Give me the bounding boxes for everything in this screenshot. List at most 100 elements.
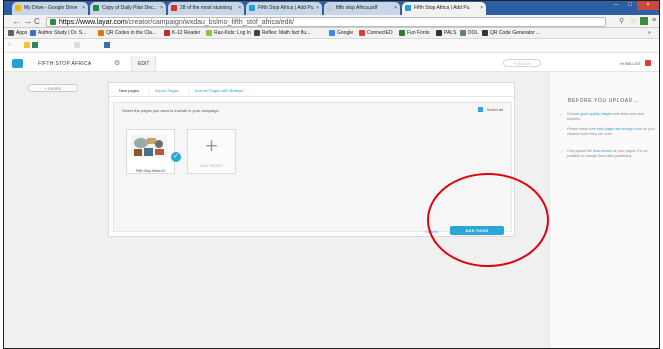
upload-tips-sidebar: BEFORE YOU UPLOAD... ✓ Choose good quali… <box>549 72 659 348</box>
close-icon[interactable]: × <box>82 5 85 11</box>
select-all-label: Select all <box>486 107 503 112</box>
tab-title: Copy of Daily Plan Dec.. <box>102 5 157 11</box>
apps-icon <box>8 30 14 36</box>
bookmark-label: Raz-Kids: Log In <box>214 30 251 36</box>
extension-item[interactable] <box>104 42 112 48</box>
site-icon <box>171 5 177 11</box>
bookmark-google[interactable]: Google <box>329 30 353 36</box>
sidebar-title: BEFORE YOU UPLOAD... <box>568 98 639 104</box>
tab-title: Fifth Stop Africa | Add Pu <box>258 5 314 11</box>
close-icon[interactable]: × <box>394 5 397 11</box>
tab-title: My Drive - Google Drive <box>24 5 78 11</box>
browser-window: My Drive - Google Drive × Copy of Daily … <box>3 0 660 349</box>
bookmark-raz-kids[interactable]: Raz-Kids: Log In <box>206 30 251 36</box>
selection-instruction: Select the pages you want to include in … <box>122 108 219 113</box>
bookmark-label: PALS <box>444 30 457 36</box>
add-pages-button[interactable]: + PAGES <box>28 84 78 92</box>
maximize-button[interactable]: □ <box>623 1 637 10</box>
check-icon: ✓ <box>560 149 564 154</box>
campaign-title[interactable]: FIFTH STOP AFRICA <box>38 61 92 67</box>
app-header: FIFTH STOP AFRICA ⚙ EDIT PUBLISH Hi BELL… <box>4 56 659 72</box>
bookmarks-bar: Apps Author Study | Dr. S... QR Codes in… <box>4 28 659 39</box>
bookmark-label: Google <box>337 30 354 36</box>
layar-logo-icon[interactable] <box>12 59 23 68</box>
bookmark-icon <box>399 30 405 36</box>
extension-item[interactable] <box>74 42 82 48</box>
menu-icon[interactable]: ≡ <box>652 17 656 24</box>
bookmark-apps[interactable]: Apps <box>8 30 27 36</box>
page-thumbnail-card[interactable]: ✓ Fifth Stop Africa #1 <box>126 129 181 174</box>
bookmark-label: K-12 Reader <box>172 30 201 36</box>
tip-link[interactable]: final version <box>593 149 612 153</box>
tip-item: ✓ Only upload the final version of your … <box>560 149 658 159</box>
tab-fifth-stop-active[interactable]: Fifth Stop Africa | Add Pu × <box>402 2 486 15</box>
bookmark-icon <box>164 30 170 36</box>
close-icon[interactable]: × <box>480 5 483 11</box>
extension-item[interactable] <box>24 42 40 48</box>
bookmark-k12-reader[interactable]: K-12 Reader <box>164 30 200 36</box>
close-icon[interactable]: × <box>316 5 319 11</box>
page-thumbnail-label: Fifth Stop Africa #1 <box>135 169 166 173</box>
back-icon[interactable]: ← <box>12 16 21 26</box>
bookmark-connected[interactable]: ConnectED <box>359 30 393 36</box>
sheets-icon <box>93 5 99 11</box>
editor-main: + PAGES New pages | Import Pages | Inclu… <box>4 72 659 348</box>
publish-button[interactable]: PUBLISH <box>503 59 541 67</box>
add-page-button[interactable]: ADD PAGE <box>450 226 504 235</box>
select-all-checkbox[interactable]: Select all <box>477 107 503 113</box>
tab-include-pages-buttons[interactable]: Include Pages with Buttons <box>195 88 243 93</box>
user-menu[interactable]: Hi BELLIST <box>620 61 641 66</box>
tip-text: Only upload the <box>567 149 594 153</box>
bookmark-icon <box>460 30 466 36</box>
tip-link[interactable]: good quality images <box>580 112 612 116</box>
close-icon[interactable]: × <box>238 5 241 11</box>
gear-icon[interactable]: ⚙ <box>114 59 120 67</box>
selected-check-icon[interactable]: ✓ <box>171 152 181 162</box>
extension-strip: ≡ ◦ <box>4 39 659 53</box>
tab-separator: | <box>189 88 191 93</box>
tab-fifth-stop-1[interactable]: Fifth Stop Africa | Add Pu × <box>246 2 322 15</box>
close-icon[interactable]: × <box>160 5 163 11</box>
minimize-button[interactable]: – <box>609 1 623 10</box>
user-badge-icon[interactable] <box>645 60 651 66</box>
plus-icon: + <box>204 136 219 156</box>
bookmark-icon <box>98 30 104 36</box>
tab-import-pages[interactable]: Import Pages <box>155 88 179 93</box>
bookmark-icon <box>436 30 442 36</box>
address-bar[interactable]: https://www.layar.com/creator/campaign/w… <box>46 17 606 27</box>
bookmark-reflex[interactable]: Reflex: Math fact flu... <box>254 30 310 36</box>
extension-icon <box>104 42 110 48</box>
bookmark-fun-fonts[interactable]: Fun Fonts <box>399 30 430 36</box>
add-pages-tile[interactable]: + ADD PAGES <box>187 129 236 174</box>
window-close-button[interactable]: × <box>637 1 659 10</box>
extension-check-icon <box>32 42 38 48</box>
tip-link[interactable]: each page has enough color <box>597 127 642 131</box>
bookmark-author-study[interactable]: Author Study | Dr. S... <box>30 30 86 36</box>
url-host: https://www.layar.com <box>59 19 127 26</box>
tab-title: 28 of the most stunning <box>180 5 232 11</box>
extension-menu-icon[interactable]: ≡ ◦ <box>8 42 13 47</box>
tab-google-drive[interactable]: My Drive - Google Drive × <box>12 2 88 15</box>
tab-new-pages[interactable]: New pages <box>119 88 139 93</box>
bookmark-qr-generator[interactable]: QR Code Generator ... <box>482 30 540 36</box>
tab-fifth-stop-pdf[interactable]: fifth stop Africa.pdf × <box>324 2 400 15</box>
cancel-link[interactable]: Cancel <box>425 229 437 234</box>
tab-daily-plan[interactable]: Copy of Daily Plan Dec.. × <box>90 2 166 15</box>
tab-edit[interactable]: EDIT <box>131 56 157 71</box>
tip-item: ✓ Please make sure each page has enough … <box>560 127 658 137</box>
reload-icon[interactable]: C <box>34 17 40 26</box>
star-icon[interactable]: ☆ <box>630 17 636 25</box>
check-icon: ✓ <box>560 112 564 117</box>
bookmark-dol[interactable]: DOL <box>460 30 478 36</box>
pdf-icon <box>327 5 333 11</box>
check-icon: ✓ <box>560 127 564 132</box>
zoom-icon[interactable]: ⚲ <box>619 17 624 25</box>
extension-icon[interactable] <box>640 17 648 25</box>
bookmarks-overflow-icon[interactable]: » <box>648 30 651 36</box>
tab-stunning[interactable]: 28 of the most stunning × <box>168 2 244 15</box>
bookmark-qr-codes[interactable]: QR Codes in the Cla... <box>98 30 156 36</box>
forward-icon[interactable]: → <box>23 16 32 26</box>
add-pages-label: ADD PAGES <box>200 164 223 168</box>
layar-icon <box>405 5 411 11</box>
bookmark-pals[interactable]: PALS <box>436 30 456 36</box>
